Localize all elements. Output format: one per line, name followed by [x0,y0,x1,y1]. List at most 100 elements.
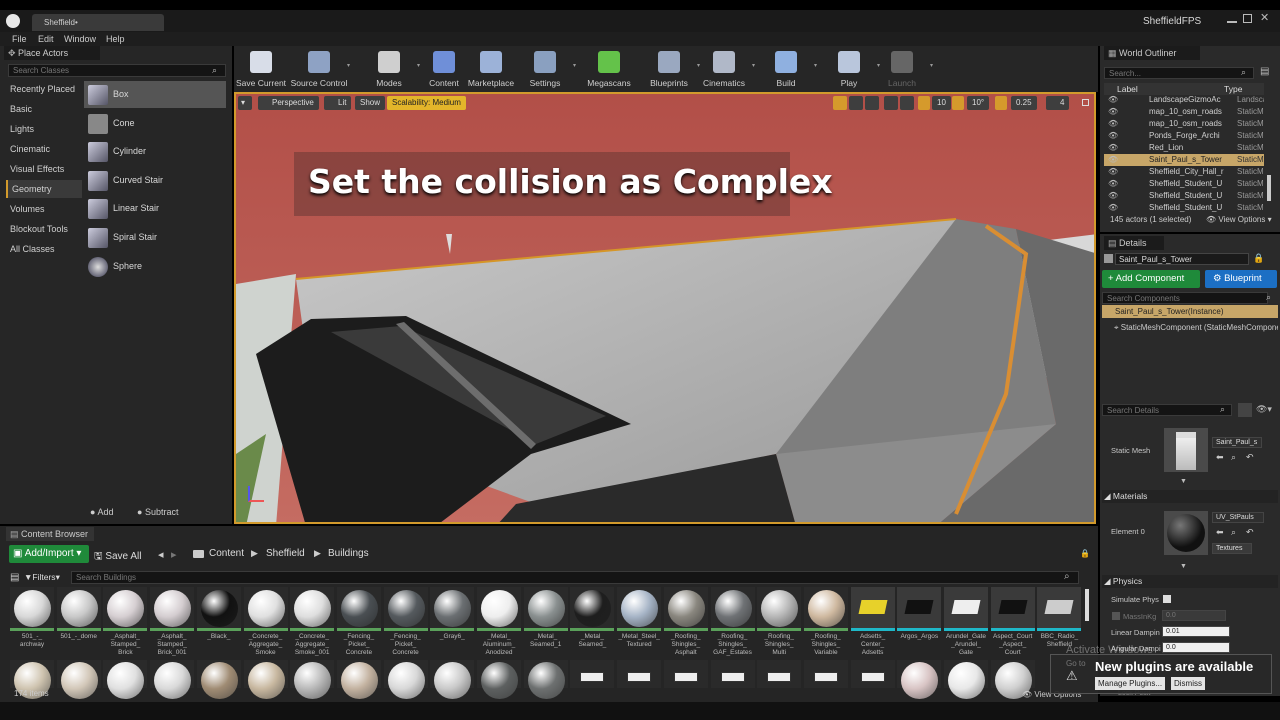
add-import-button[interactable]: ▣ Add/Import ▾ [9,545,89,563]
add-radio[interactable]: ● Add [90,507,113,517]
blueprint-button[interactable]: ⚙ Blueprint [1205,270,1277,288]
details-search-input[interactable]: Search Details [1102,404,1232,416]
category-all-classes[interactable]: All Classes [6,240,82,258]
asset-tile[interactable] [990,660,1035,699]
actor-name-field[interactable]: Saint_Paul_s_Tower [1115,253,1249,265]
rotation-snap-button[interactable] [952,96,964,110]
asset-tile[interactable] [944,660,988,699]
asset-tile[interactable]: 501_-_dome [56,587,101,657]
outliner-options-icon[interactable]: ▤ [1260,66,1269,77]
asset-tile[interactable]: _Asphalt_ Stamped_ Brick_001 [150,587,195,657]
asset-tile[interactable] [617,660,662,688]
asset-tile[interactable]: _Metal_Steel_ Textured [617,587,662,657]
visibility-eye-icon[interactable]: 👁 [1108,118,1118,130]
menu-edit[interactable]: Edit [38,34,54,44]
visibility-eye-icon[interactable]: 👁 [1108,94,1118,106]
megascans-button[interactable]: Megascans [580,48,638,90]
outliner-search-input[interactable]: Search... [1104,67,1254,79]
asset-tile[interactable] [850,660,895,688]
world-local-icon[interactable] [884,96,898,110]
viewport[interactable]: Set the collision as Complex [234,92,1096,524]
asset-tile[interactable]: Arundel_Gate _Arundel_ Gate [944,587,988,657]
asset-tile[interactable] [570,660,615,688]
asset-tile[interactable]: _Black_ [196,587,241,657]
category-recently-placed[interactable]: Recently Placed [6,80,82,98]
material-thumbnail[interactable] [1164,511,1208,555]
outliner-row[interactable]: 👁 Sheffield_City_Hall_r StaticMeshA [1104,166,1264,178]
mesh-use-selected-icon[interactable]: ⬅ [1216,452,1224,463]
show-button[interactable]: Show [355,96,386,110]
category-basic[interactable]: Basic [6,100,82,118]
maximize-button[interactable] [1243,14,1252,23]
menu-help[interactable]: Help [106,34,125,44]
category-cinematic[interactable]: Cinematic [6,140,82,158]
perspective-button[interactable]: Perspective [258,96,319,110]
asset-tile[interactable] [710,660,755,688]
outliner-row[interactable]: 👁 Sheffield_Student_U StaticMeshA [1104,190,1264,202]
add-component-button[interactable]: + Add Component [1102,270,1200,288]
scale-snap-value[interactable]: 0.25 [1011,96,1037,110]
minimize-button[interactable] [1227,13,1237,23]
category-lights[interactable]: Lights [6,120,82,138]
asset-tile[interactable]: 501_-_ archway [10,587,54,657]
visibility-eye-icon[interactable]: 👁 [1108,142,1118,154]
visibility-eye-icon[interactable]: 👁 [1108,106,1118,118]
visibility-eye-icon[interactable]: 👁 [1108,130,1118,142]
launch-button[interactable]: Launch ▾ [873,48,933,90]
asset-tile[interactable]: _Asphalt_ Stamped_ Brick [103,587,148,657]
filters-button[interactable]: ▼Filters▾ [24,572,60,583]
asset-tile[interactable] [897,660,942,699]
scalability-badge[interactable]: Scalability: Medium [387,96,466,110]
asset-tile[interactable]: _Roofing_ Shingles_ GAF_Estates [710,587,755,657]
history-forward-icon[interactable]: ▸ [171,548,177,561]
instance-row[interactable]: Saint_Paul_s_Tower(Instance) [1102,305,1278,318]
grid-snap-value[interactable]: 10 [932,96,951,110]
scale-snap-button[interactable] [995,96,1007,110]
col-label[interactable]: Label [1117,84,1138,94]
outliner-row[interactable]: 👁 map_10_osm_roads StaticMeshA [1104,118,1264,130]
asset-tile[interactable] [336,660,381,699]
cinematics-button[interactable]: Cinematics ▾ [695,48,755,90]
outliner-row[interactable]: 👁 LandscapeGizmoAc LandscapeGi [1104,94,1264,106]
asset-tile[interactable] [803,660,848,688]
asset-tile[interactable] [150,660,195,699]
asset-tile[interactable] [383,660,428,699]
mesh-expand-icon[interactable]: ▼ [1180,478,1187,485]
material-reset-icon[interactable]: ↶ [1246,527,1254,538]
class-search-input[interactable]: Search Classes [8,64,226,77]
asset-tile[interactable] [196,660,241,699]
visibility-eye-icon[interactable]: 👁 [1108,202,1118,214]
asset-tile[interactable] [103,660,148,699]
dropdown-arrow-icon[interactable]: ▾ [752,62,755,69]
rotate-tool-icon[interactable] [849,96,863,110]
dropdown-arrow-icon[interactable]: ▾ [347,62,350,69]
actor-cylinder[interactable]: Cylinder [84,138,226,165]
play-button[interactable]: Play ▾ [820,48,880,90]
asset-tile[interactable] [430,660,475,699]
asset-tile[interactable]: Adsetts_ Center_ Adsetts [850,587,895,657]
asset-tile[interactable]: _Metal_ Seamed_1 [523,587,568,657]
outliner-scrollbar[interactable] [1267,175,1271,201]
dropdown-arrow-icon[interactable]: ▾ [573,62,576,69]
component-search-input[interactable]: Search Components [1102,292,1268,304]
details-view-options-icon[interactable]: 👁▾ [1256,404,1272,415]
asset-tile[interactable]: _Roofing_ Shingles_ Variable [803,587,848,657]
actor-box[interactable]: Box [84,81,226,108]
menu-window[interactable]: Window [64,34,96,44]
asset-tile[interactable]: _Gray6_ [430,587,475,657]
maximize-viewport-icon[interactable] [1082,99,1089,106]
visibility-eye-icon[interactable]: 👁 [1108,154,1118,166]
blueprints-button[interactable]: Blueprints ▾ [640,48,700,90]
static-mesh-thumbnail[interactable] [1164,428,1208,472]
asset-tile[interactable]: _Concrete_ Aggregate_ Smoke [243,587,288,657]
asset-tile[interactable]: Aspect_Court _Aspect_ Court [990,587,1035,657]
camera-speed-value[interactable]: 4 [1046,96,1070,110]
simulate-physics-checkbox[interactable] [1163,595,1171,603]
modes-button[interactable]: Modes ▾ [360,48,420,90]
unreal-logo-icon[interactable] [6,14,20,28]
asset-tile[interactable] [477,660,521,699]
actor-curved-stair[interactable]: Curved Stair [84,167,226,194]
manage-plugins-button[interactable]: Manage Plugins... [1095,677,1166,690]
category-volumes[interactable]: Volumes [6,200,82,218]
actor-linear-stair[interactable]: Linear Stair [84,195,226,222]
